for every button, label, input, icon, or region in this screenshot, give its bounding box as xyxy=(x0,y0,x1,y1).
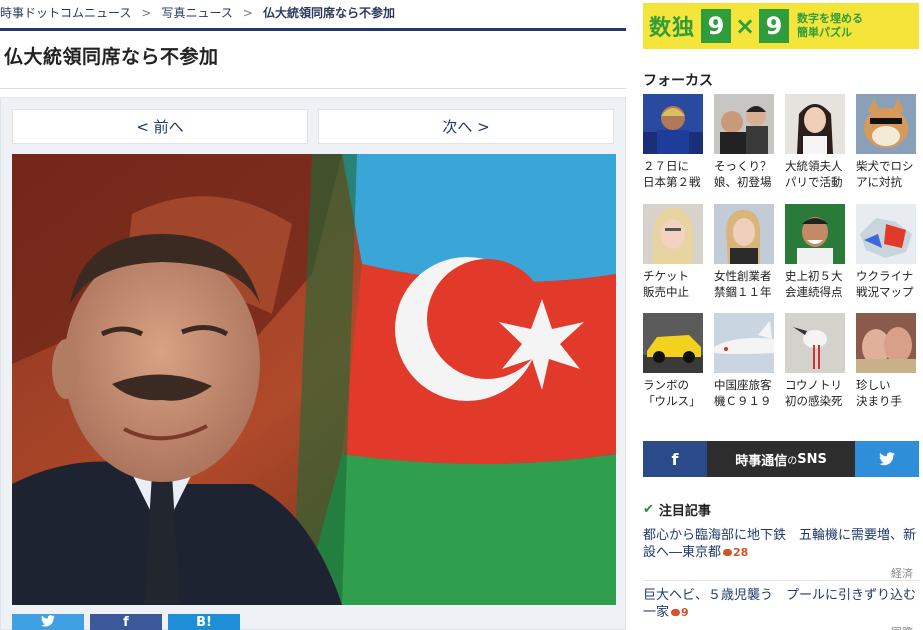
main-column: 時事ドットコムニュース > 写真ニュース > 仏大統領同席なら不参加 仏大統領同席なら不… xyxy=(0,0,626,630)
sns-label-end: SNS xyxy=(797,451,827,467)
attention-article[interactable]: 巨大ヘビ、５歳児襲う プールに引きずり込む一家 9 xyxy=(643,587,919,621)
twitter-bird-icon xyxy=(41,615,55,627)
sns-facebook-button[interactable]: f xyxy=(643,441,707,477)
prev-photo-button[interactable]: < 前へ xyxy=(12,109,308,144)
attention-heading: 注目記事 xyxy=(658,504,711,519)
ad-copy: 数字を埋める 簡単パズル xyxy=(797,12,863,40)
focus-item[interactable]: 大統領夫人 パリで活動 xyxy=(785,94,847,190)
breadcrumb-item-home[interactable]: 時事ドットコムニュース xyxy=(0,4,131,21)
attention-heading-row: ✔ 注目記事 xyxy=(643,500,711,519)
focus-item[interactable]: ランボの 「ウルス」 xyxy=(643,313,705,409)
ad-grid: 9 × 9 xyxy=(701,9,790,43)
focus-thumbnail xyxy=(714,204,774,264)
article-category: 国際 xyxy=(891,624,913,630)
breadcrumb-separator: > xyxy=(242,6,253,20)
focus-thumbnail xyxy=(856,204,916,264)
sns-link[interactable]: 時事通信の SNS xyxy=(707,441,855,477)
focus-thumbnail xyxy=(785,313,845,373)
focus-item[interactable]: 珍しい 決まり手 xyxy=(856,313,918,409)
photo-gallery: < 前へ 次へ > f B! xyxy=(0,97,626,630)
focus-caption: 女性創業者 禁錮１１年 xyxy=(714,269,772,299)
title-rule xyxy=(0,28,626,31)
focus-item[interactable]: ２７日に 日本第２戦 xyxy=(643,94,705,190)
focus-caption: 柴犬でロシ アに対抗 xyxy=(856,159,914,189)
sudoku-ad-banner[interactable]: 数独 9 × 9 数字を埋める 簡単パズル xyxy=(643,3,919,49)
article-category: 経済 xyxy=(891,567,913,580)
ad-copy-line: 数字を埋める xyxy=(797,12,864,25)
focus-caption: ランボの 「ウルス」 xyxy=(643,378,701,408)
focus-caption: 珍しい 決まり手 xyxy=(856,378,902,408)
news-photo xyxy=(12,154,616,605)
focus-caption: 中国座旅客 機Ｃ９１９ xyxy=(714,378,772,408)
focus-caption: 大統領夫人 パリで活動 xyxy=(785,159,843,189)
comment-count-badge: 9 xyxy=(671,606,689,619)
ad-grid-cell: 9 xyxy=(701,9,732,43)
sidebar: 数独 9 × 9 数字を埋める 簡単パズル フォーカス ２７日に 日本第２戦 そっ… xyxy=(643,0,923,630)
twitter-bird-icon xyxy=(879,452,895,466)
focus-thumbnail xyxy=(856,313,916,373)
focus-thumbnail xyxy=(643,313,703,373)
sns-label-main: 時事通信 xyxy=(735,453,788,469)
ad-logo: 数独 xyxy=(649,16,696,41)
focus-caption: 史上初５大 会連続得点 xyxy=(785,269,843,299)
share-buttons: f B! xyxy=(12,614,240,630)
comment-count-badge: 28 xyxy=(723,546,748,559)
divider xyxy=(643,580,919,581)
focus-item[interactable]: チケット 販売中止 xyxy=(643,204,705,300)
comment-icon xyxy=(671,609,681,616)
focus-item[interactable]: そっくり？ 娘、初登場 xyxy=(714,94,776,190)
breadcrumb-separator: > xyxy=(141,6,152,20)
share-facebook-button[interactable]: f xyxy=(90,614,162,630)
ad-copy-line: 簡単パズル xyxy=(797,26,853,39)
breadcrumb-item-photo-news[interactable]: 写真ニュース xyxy=(161,4,232,21)
focus-thumbnail xyxy=(785,204,845,264)
focus-item[interactable]: 女性創業者 禁錮１１年 xyxy=(714,204,776,300)
attention-article[interactable]: 都心から臨海部に地下鉄 五輪機に需要増、新設へ―東京都 28 xyxy=(643,527,919,561)
share-hatena-button[interactable]: B! xyxy=(168,614,240,630)
sns-label-small: の xyxy=(787,455,798,467)
comment-icon xyxy=(723,549,733,556)
share-twitter-button[interactable] xyxy=(12,614,84,630)
next-photo-button[interactable]: 次へ > xyxy=(318,109,614,144)
focus-thumbnail xyxy=(856,94,916,154)
focus-caption: チケット 販売中止 xyxy=(643,269,689,299)
article-link-text: 都心から臨海部に地下鉄 五輪機に需要増、新設へ―東京都 xyxy=(643,528,917,560)
focus-thumbnail xyxy=(643,94,703,154)
focus-item[interactable]: コウノトリ 初の感染死 xyxy=(785,313,847,409)
focus-caption: ２７日に 日本第２戦 xyxy=(643,159,701,189)
page-title: 仏大統領同席なら不参加 xyxy=(4,46,219,68)
sns-bar: f 時事通信の SNS xyxy=(643,441,919,477)
focus-heading: フォーカス xyxy=(643,73,713,89)
focus-thumbnail xyxy=(714,313,774,373)
focus-item[interactable]: 史上初５大 会連続得点 xyxy=(785,204,847,300)
sns-twitter-button[interactable] xyxy=(855,441,919,477)
focus-caption: そっくり？ 娘、初登場 xyxy=(714,159,772,189)
check-icon: ✔ xyxy=(643,502,654,517)
breadcrumb-item-current: 仏大統領同席なら不参加 xyxy=(262,6,395,20)
focus-caption: ウクライナ 戦況マップ xyxy=(856,269,914,299)
focus-item[interactable]: ウクライナ 戦況マップ xyxy=(856,204,918,300)
ad-grid-cell: 9 xyxy=(759,9,790,43)
focus-thumbnail xyxy=(714,94,774,154)
focus-item[interactable]: 中国座旅客 機Ｃ９１９ xyxy=(714,313,776,409)
breadcrumb: 時事ドットコムニュース > 写真ニュース > 仏大統領同席なら不参加 xyxy=(0,4,395,21)
ad-grid-cell: × xyxy=(733,9,758,43)
focus-item[interactable]: 柴犬でロシ アに対抗 xyxy=(856,94,918,190)
focus-caption: コウノトリ 初の感染死 xyxy=(785,378,843,408)
divider xyxy=(0,88,626,89)
focus-thumbnail xyxy=(785,94,845,154)
focus-thumbnail xyxy=(643,204,703,264)
